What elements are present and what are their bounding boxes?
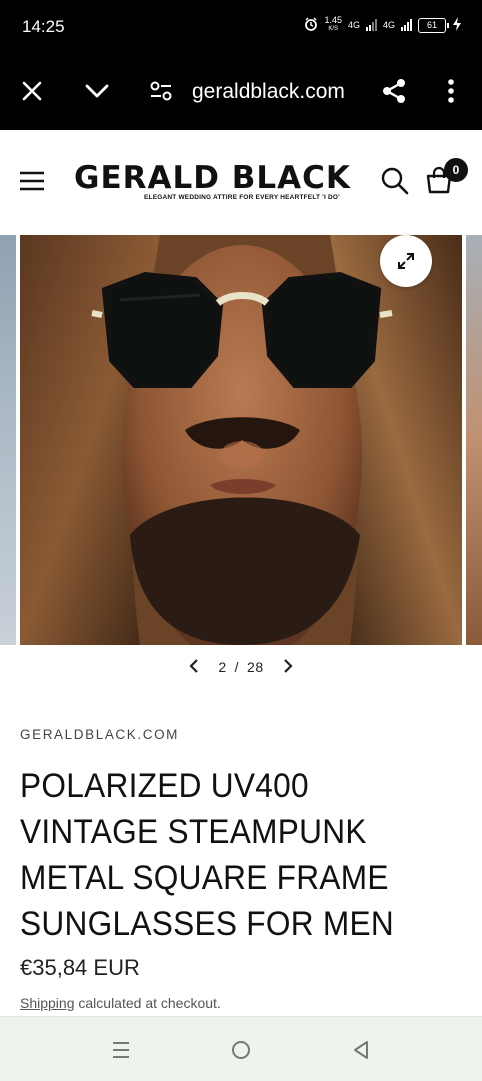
current-slide: 2 <box>218 659 227 675</box>
status-icons: 1.45 K/S 4G 4G 61 <box>304 16 462 34</box>
logo-text: GERALD BLACK <box>74 160 351 196</box>
previous-slide-preview[interactable] <box>0 235 16 645</box>
net-speed: 1.45 K/S <box>324 16 342 34</box>
shipping-note: Shipping calculated at checkout. <box>20 995 221 1011</box>
recent-apps-icon[interactable] <box>106 1035 136 1065</box>
expand-icon <box>398 253 414 269</box>
zoom-button[interactable] <box>380 235 432 287</box>
slide-counter: 2 / 28 <box>218 659 263 675</box>
site-logo[interactable]: GERALD BLACK ELEGANT WEDDING ATTIRE FOR … <box>74 162 360 201</box>
menu-icon[interactable] <box>18 170 46 197</box>
network-type-2: 4G <box>382 20 395 30</box>
site-settings-icon[interactable] <box>146 76 176 106</box>
product-title: POLARIZED UV400 VINTAGE STEAMPUNK METAL … <box>20 767 395 943</box>
shipping-note-text: calculated at checkout. <box>74 995 221 1011</box>
net-speed-value: 1.45 <box>324 15 342 25</box>
status-bar: 14:25 1.45 K/S 4G 4G 61 <box>0 0 482 52</box>
total-slides: 28 <box>247 659 264 675</box>
next-slide-icon[interactable] <box>282 658 294 677</box>
back-icon[interactable] <box>346 1035 376 1065</box>
share-icon[interactable] <box>379 76 409 106</box>
charging-icon <box>452 17 462 33</box>
product-gallery[interactable] <box>0 235 482 645</box>
site-header: GERALD BLACK ELEGANT WEDDING ATTIRE FOR … <box>0 130 482 235</box>
product-image[interactable] <box>20 235 462 645</box>
net-speed-unit: K/S <box>328 26 339 32</box>
alarm-icon <box>304 17 318 33</box>
cart-count-badge: 0 <box>444 158 468 182</box>
slide-separator: / <box>234 659 240 675</box>
url-text[interactable]: geraldblack.com <box>192 80 345 104</box>
signal-icon <box>365 19 377 31</box>
home-icon[interactable] <box>226 1035 256 1065</box>
status-time: 14:25 <box>22 17 65 36</box>
system-navigation-bar <box>0 1016 482 1081</box>
more-vert-icon[interactable] <box>436 76 466 106</box>
prev-slide-icon[interactable] <box>188 658 200 677</box>
product-vendor[interactable]: GERALDBLACK.COM <box>20 727 179 742</box>
signal-icon-2 <box>401 19 412 31</box>
next-slide-preview[interactable] <box>466 235 482 645</box>
chevron-down-icon[interactable] <box>82 76 112 106</box>
battery-icon: 61 <box>418 17 449 33</box>
shipping-link[interactable]: Shipping <box>20 995 75 1011</box>
product-price: €35,84 EUR <box>20 955 140 980</box>
search-icon[interactable] <box>380 166 410 201</box>
browser-toolbar: geraldblack.com <box>0 52 482 130</box>
network-type-1: 4G <box>347 20 360 30</box>
close-icon[interactable] <box>17 76 47 106</box>
gallery-pagination: 2 / 28 <box>0 650 482 684</box>
